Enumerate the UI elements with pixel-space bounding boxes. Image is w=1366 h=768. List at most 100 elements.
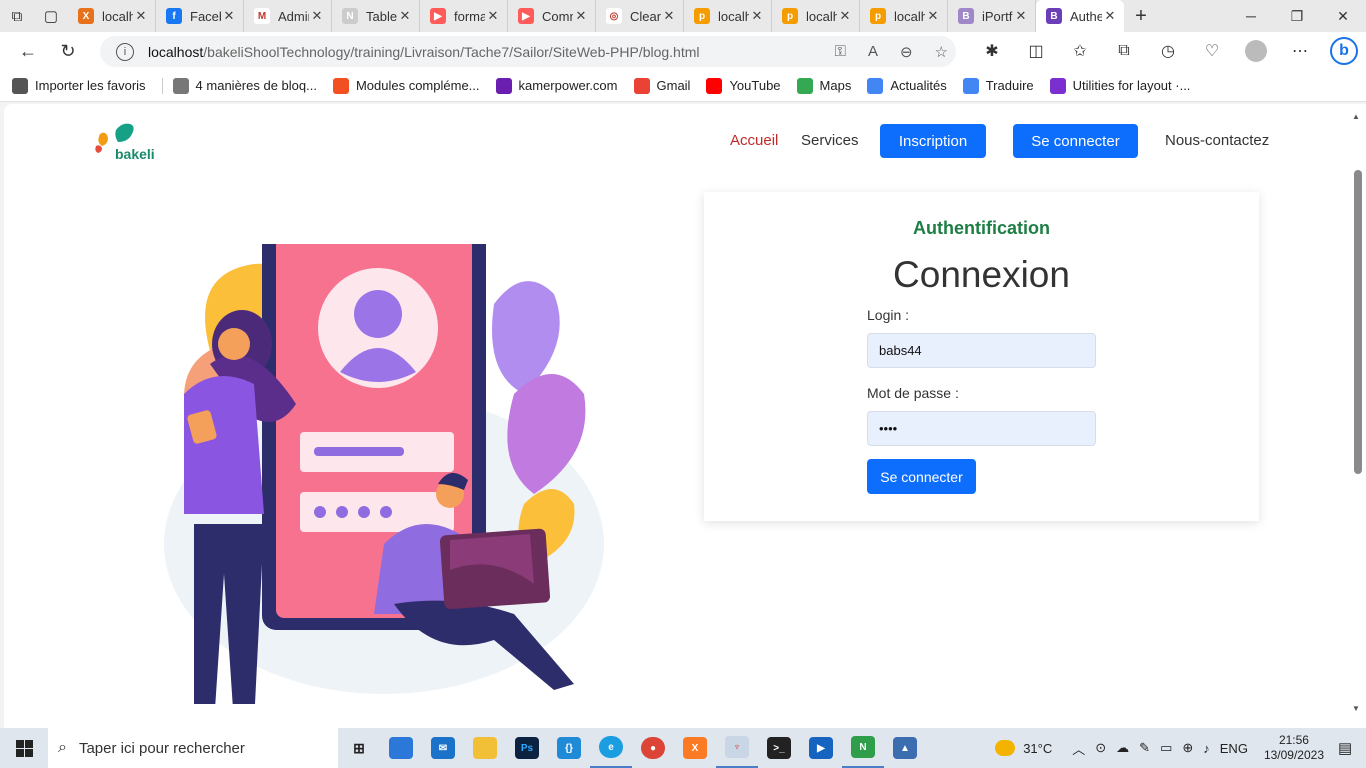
favorite-item[interactable]: Maps [796,77,851,94]
language-indicator[interactable]: ENG [1220,741,1248,756]
performance-icon[interactable]: ♡ [1190,41,1234,61]
start-button[interactable] [0,728,48,768]
url-path: /bakeliShoolTechnology/training/Livraiso… [203,43,700,60]
mail-icon[interactable]: ✉ [422,728,464,768]
minimize-icon[interactable]: ─ [1228,0,1274,32]
network-icon[interactable]: ⊕ [1182,740,1193,756]
tab-close-icon[interactable]: ✕ [925,8,941,24]
battery-icon[interactable]: ▭ [1160,740,1172,756]
terminal-icon[interactable]: >_ [758,728,800,768]
tab-close-icon[interactable]: ✕ [221,8,237,24]
app-icon[interactable]: ♆ [716,728,758,768]
scroll-down-icon[interactable]: ▼ [1352,704,1360,713]
chevron-up-icon[interactable]: ︿ [1072,739,1085,758]
site-info-icon[interactable]: i [116,42,134,61]
favorite-star-icon[interactable]: ☆ [935,43,948,61]
favorite-item[interactable]: YouTube [706,77,781,94]
weather-widget[interactable]: 31°C [995,740,1052,756]
browser-tab[interactable]: B Authentification✕ [1036,0,1124,32]
photos-icon[interactable]: ▲ [884,728,926,768]
file-explorer-icon[interactable] [464,728,506,768]
browser-tab[interactable]: ▶ formation✕ [420,0,508,32]
tab-favicon-icon: B [1046,8,1062,24]
store-icon[interactable] [380,728,422,768]
read-aloud-icon[interactable]: A [868,43,878,60]
page-scrollbar[interactable]: ▲ ▼ [1348,104,1366,728]
scrollbar-thumb[interactable] [1354,170,1362,474]
password-input[interactable]: •••• [867,411,1096,446]
zoom-out-icon[interactable]: ⊖ [900,43,913,61]
copilot-icon[interactable]: b [1330,37,1358,65]
tab-close-icon[interactable]: ✕ [309,8,325,24]
workspaces-icon[interactable]: ⧉ [0,0,34,32]
nav-services-link[interactable]: Services [801,132,859,149]
cloud-icon[interactable]: ☁ [1116,740,1129,756]
key-icon[interactable]: ⚿ [835,43,846,60]
browser-tab[interactable]: p localhost✕ [772,0,860,32]
favorite-item[interactable]: Modules compléme... [332,77,480,94]
browser-tab[interactable]: p localhost✕ [684,0,772,32]
collections-icon[interactable]: ⧉ [1102,42,1146,60]
new-tab-button[interactable]: + [1124,0,1158,32]
pen-icon[interactable]: ✎ [1139,740,1150,756]
close-window-icon[interactable]: ✕ [1320,0,1366,32]
tab-close-icon[interactable]: ✕ [133,8,149,24]
more-menu-icon[interactable]: ⋯ [1278,41,1322,61]
history-icon[interactable]: ◷ [1146,41,1190,61]
nav-contact-link[interactable]: Nous-contactez [1165,132,1269,149]
xampp-icon[interactable]: X [674,728,716,768]
nav-register-button[interactable]: Inscription [880,124,986,158]
browser-tab[interactable]: ◎ Clean ✕ [596,0,684,32]
photoshop-icon[interactable]: Ps [506,728,548,768]
tab-close-icon[interactable]: ✕ [749,8,765,24]
tab-actions-icon[interactable]: ▢ [34,0,68,32]
task-view-icon[interactable]: ⊞ [338,728,380,768]
tab-close-icon[interactable]: ✕ [661,8,677,24]
tab-close-icon[interactable]: ✕ [1013,8,1029,24]
browser-tab[interactable]: f Facebook✕ [156,0,244,32]
back-icon[interactable]: ← [8,32,48,70]
favorite-item[interactable]: kamerpower.com [495,77,618,94]
volume-icon[interactable]: ♪ [1203,741,1210,756]
browser-tab[interactable]: M Admin✕ [244,0,332,32]
chrome-icon[interactable]: ● [632,728,674,768]
favorite-item[interactable]: Gmail [633,77,690,94]
browser-tab[interactable]: ▶ Comment✕ [508,0,596,32]
taskbar-search[interactable]: ⌕ Taper ici pour rechercher [48,728,338,768]
nav-home-link[interactable]: Accueil [730,132,778,149]
profile-avatar[interactable] [1245,40,1267,62]
favorite-item[interactable]: 4 manières de bloq... [172,77,317,94]
extensions-icon[interactable]: ✱ [970,41,1014,61]
nav-login-button[interactable]: Se connecter [1013,124,1138,158]
tab-close-icon[interactable]: ✕ [837,8,853,24]
browser-tab[interactable]: p localhost✕ [860,0,948,32]
submit-login-button[interactable]: Se connecter [867,459,976,494]
media-icon[interactable]: ▶ [800,728,842,768]
tab-close-icon[interactable]: ✕ [485,8,501,24]
camera-icon[interactable]: ⊙ [1095,740,1106,756]
notifications-icon[interactable]: ▤ [1338,739,1366,757]
edge-icon[interactable]: e [590,728,632,768]
favorite-icon [172,77,189,94]
notepad-icon[interactable]: N [842,728,884,768]
restore-icon[interactable]: ❐ [1274,0,1320,32]
browser-tab[interactable]: BiPortfolio✕ [948,0,1036,32]
clock[interactable]: 21:56 13/09/2023 [1264,733,1324,763]
tab-close-icon[interactable]: ✕ [1102,8,1118,24]
scroll-up-icon[interactable]: ▲ [1352,112,1360,121]
favorite-item[interactable]: Importer les favoris [12,77,146,94]
favorites-icon[interactable]: ✩ [1058,41,1102,61]
favorite-item[interactable]: Utilities for layout ·... [1049,77,1190,94]
tab-close-icon[interactable]: ✕ [573,8,589,24]
browser-tab[interactable]: Xlocalhost✕ [68,0,156,32]
vscode-icon[interactable]: {} [548,728,590,768]
split-screen-icon[interactable]: ◫ [1014,41,1058,61]
tab-close-icon[interactable]: ✕ [397,8,413,24]
favorite-item[interactable]: Traduire [962,77,1034,94]
favorite-label: Importer les favoris [35,78,146,93]
reload-icon[interactable]: ↻ [48,32,88,70]
browser-tab[interactable]: N Table ✕ [332,0,420,32]
login-input[interactable]: babs44 [867,333,1096,368]
address-bar[interactable]: i localhost/bakeliShoolTechnology/traini… [100,36,956,67]
favorite-item[interactable]: Actualités [867,77,947,94]
